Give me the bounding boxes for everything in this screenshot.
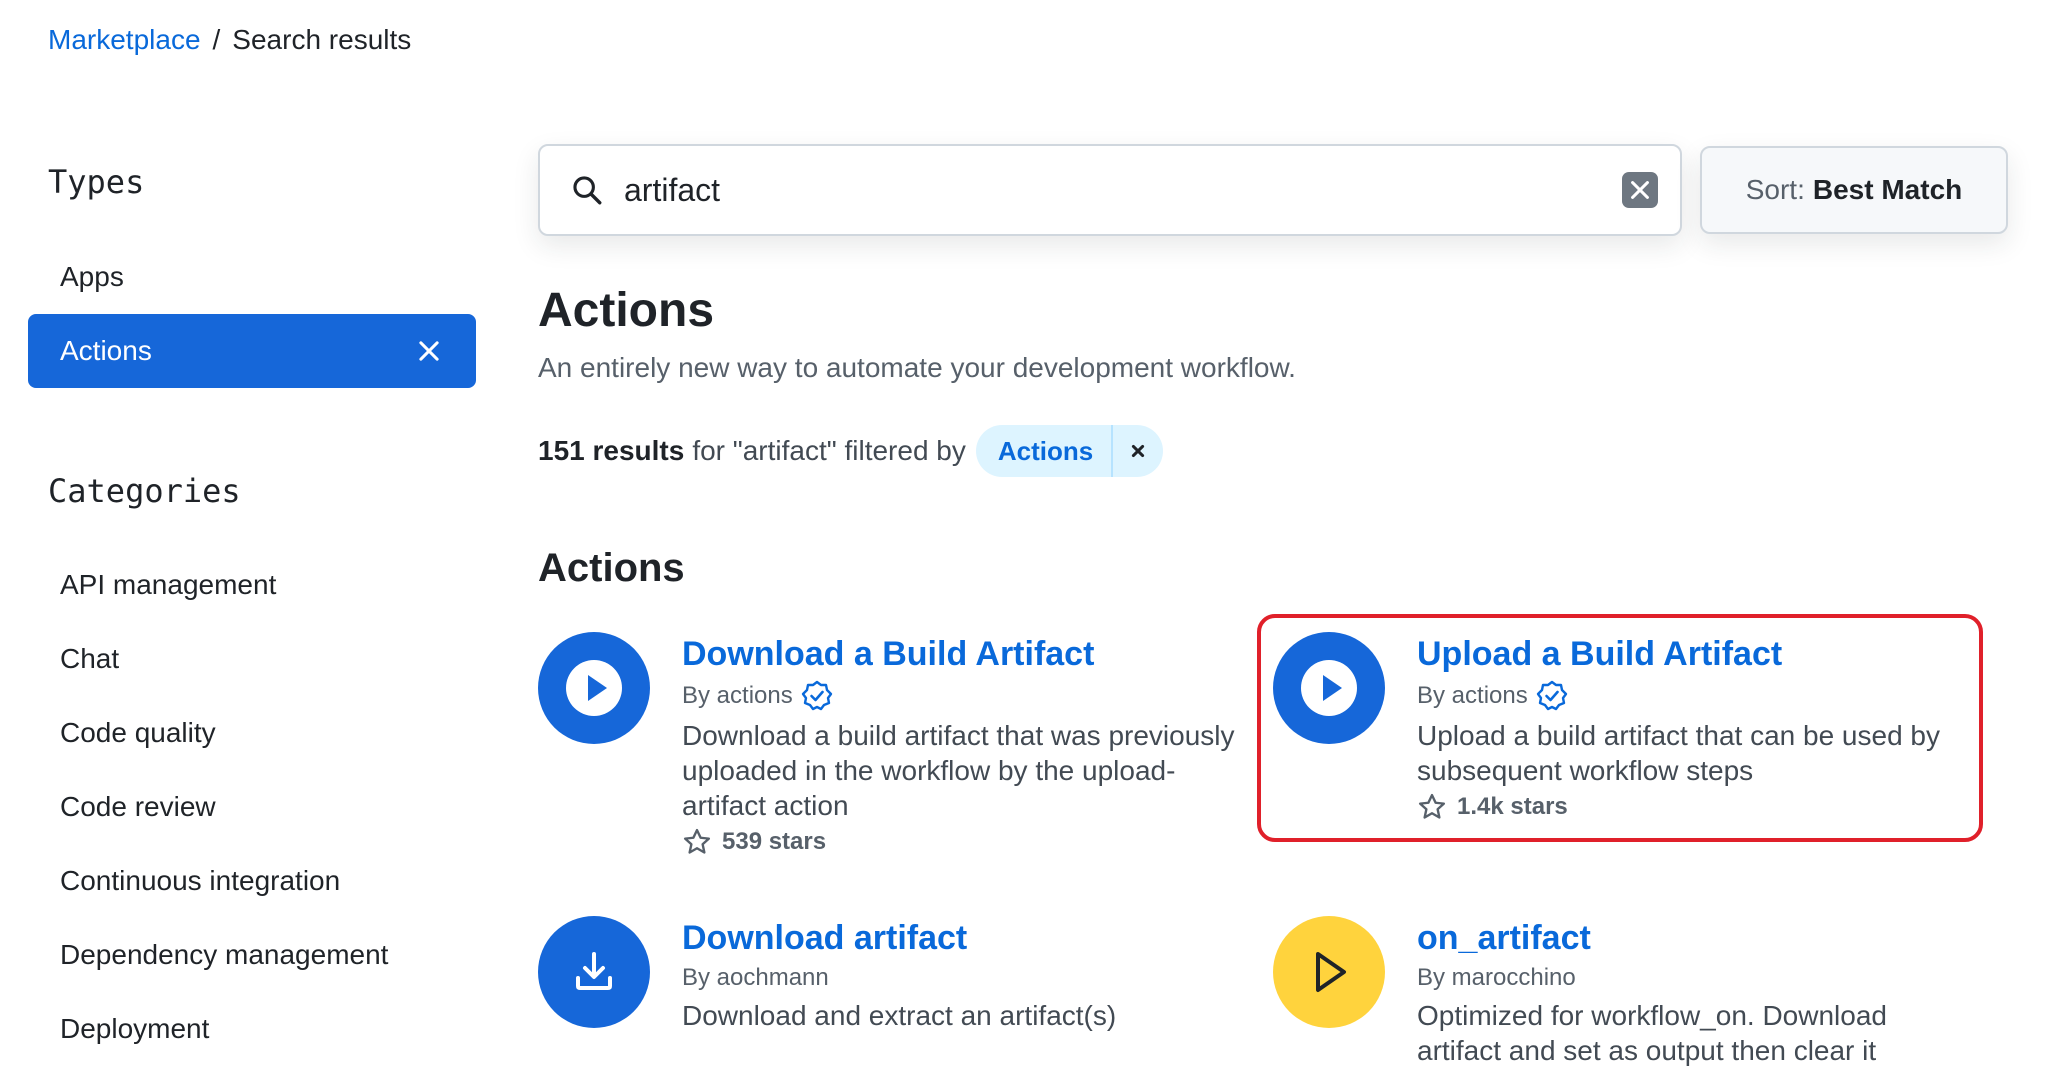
play-icon [566,660,622,716]
star-icon [683,828,711,854]
sidebar-item-api-management[interactable]: API management [28,548,476,622]
section-title: Actions [538,546,685,590]
result-title-link[interactable]: Download artifact [682,916,1242,960]
sidebar-item-code-quality[interactable]: Code quality [28,696,476,770]
result-title-link[interactable]: on_artifact [1417,916,1977,960]
breadcrumb-marketplace-link[interactable]: Marketplace [48,24,201,56]
search-box[interactable]: artifact [538,144,1682,236]
download-icon [576,952,612,990]
sidebar-item-apps[interactable]: Apps [28,240,476,314]
sidebar-item-label: Actions [60,335,152,366]
sort-label: Sort: [1745,174,1805,205]
play-outline-icon [1316,952,1346,992]
sidebar-item-label: Code quality [60,717,216,748]
result-author: By aochmann [682,964,829,991]
close-icon [1127,440,1149,462]
filter-chip-label[interactable]: Actions [976,425,1114,477]
result-author: By actions [682,682,793,709]
sidebar-item-label: Code review [60,791,216,822]
result-description: Download and extract an artifact(s) [682,1000,1117,1031]
clear-search-button[interactable] [1622,172,1658,208]
sidebar-item-label: Dependency management [60,939,389,970]
filter-chip-remove-button[interactable] [1113,425,1163,477]
action-avatar[interactable] [538,916,650,1028]
highlight-box [1257,614,1983,842]
results-summary: 151 results for "artifact" filtered by A… [538,424,1164,478]
remove-filter-icon[interactable] [418,340,440,362]
verified-badge-icon [801,680,832,711]
close-icon [1629,179,1651,201]
result-title-link[interactable]: Download a Build Artifact [682,632,1242,676]
page-title: Actions [538,284,715,337]
result-author: By marocchino [1417,964,1576,991]
sort-value: Best Match [1812,174,1963,205]
results-count: 151 results [538,435,685,466]
filter-chip: Actions [975,425,1164,477]
sidebar-item-continuous-integration[interactable]: Continuous integration [28,844,476,918]
sidebar-item-dependency-management[interactable]: Dependency management [28,918,476,992]
result-description: Optimized for workflow_on. Download arti… [1417,1000,1887,1066]
breadcrumb: Marketplace / Search results [48,24,411,56]
action-avatar[interactable] [1273,916,1385,1028]
search-icon [573,176,602,205]
action-avatar[interactable] [538,632,650,744]
categories-heading: Categories [48,472,241,510]
types-heading: Types [48,163,145,201]
sidebar-item-label: Apps [60,261,124,292]
results-text: for "artifact" filtered by [692,435,966,466]
breadcrumb-current: Search results [232,24,412,55]
sidebar-item-deployment[interactable]: Deployment [28,992,476,1066]
sidebar-item-label: API management [60,569,277,600]
result-stars: 539 stars [722,828,827,855]
sidebar-item-label: Chat [60,643,120,674]
search-input[interactable]: artifact [624,172,1622,209]
result-description: Download a build artifact that was previ… [682,720,1235,821]
sidebar-item-label: Deployment [60,1013,210,1044]
page-subtitle: An entirely new way to automate your dev… [538,352,1296,383]
breadcrumb-separator: / [212,24,221,55]
sort-button[interactable]: Sort: Best Match [1700,146,2008,234]
sidebar-item-actions[interactable]: Actions [28,314,476,388]
sidebar-item-chat[interactable]: Chat [28,622,476,696]
sidebar-item-label: Continuous integration [60,865,341,896]
sidebar-item-code-review[interactable]: Code review [28,770,476,844]
